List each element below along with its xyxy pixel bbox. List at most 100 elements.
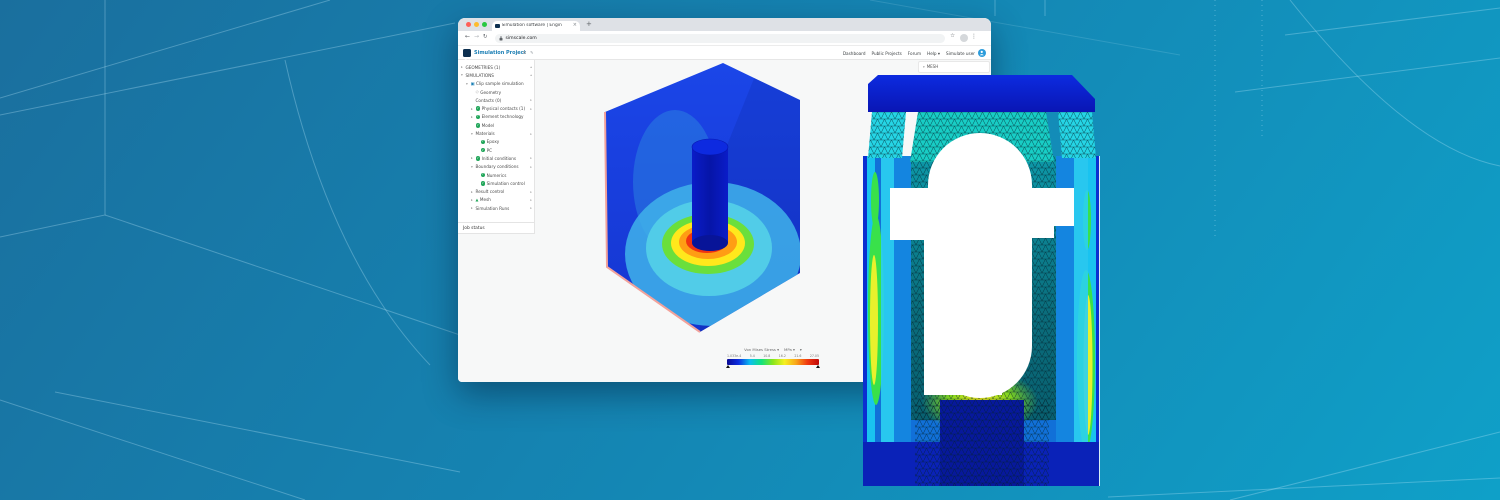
chevron-icon[interactable]: ▸ [530,165,532,169]
browser-toolbar: ← → ↻ simscale.com ☆ ⋮ [458,31,991,46]
simulation-tree: ▸GEOMETRIES (1)▴▾SIMULATIONS▴▾▣Clip samp… [458,60,534,212]
chevron-icon[interactable]: ▸ [530,132,532,136]
job-status-label: Job status [458,222,534,233]
tree-item-simulation-control[interactable]: ✓Simulation control [458,179,534,187]
tree-item-label: Result control [476,189,505,194]
browser-menu-icon[interactable]: ⋮ [971,34,977,40]
forward-icon[interactable]: → [474,34,479,40]
nav-help[interactable]: Help ▾ [927,51,940,56]
legend-tick: 21.6 [794,354,801,358]
tree-item-label: Initial conditions [482,156,516,161]
chevron-down-icon: ▾ [923,65,925,69]
caret-icon[interactable]: ▸ [471,107,476,111]
edit-project-icon[interactable]: ✎ [530,51,534,55]
bookmark-star-icon[interactable]: ☆ [950,34,955,40]
simulation-tree-panel: ▸GEOMETRIES (1)▴▾SIMULATIONS▴▾▣Clip samp… [458,60,535,234]
model-render [595,62,860,340]
tree-item-label: Mesh [480,197,491,202]
check-icon: ✓ [481,140,486,145]
legend-options[interactable]: ▾ [800,347,802,352]
tree-item-model[interactable]: ✓Model [458,121,534,129]
tree-item-label: Element technology [482,114,524,119]
tree-item-label: Physical contacts (1) [482,106,525,111]
legend-ticks: 1.033e-45.410.816.221.627.05 [727,354,819,358]
mesh-panel-label: MESH [927,64,939,69]
geometry-icon: ◇ [476,90,479,94]
tree-item-geometries-1[interactable]: ▸GEOMETRIES (1)▴ [458,63,534,71]
legend-min-marker[interactable] [726,365,730,368]
check-icon: ✓ [476,115,481,120]
chevron-icon[interactable]: ▸ [530,107,532,111]
user-avatar[interactable] [978,49,987,58]
tree-item-simulation-runs[interactable]: ▸Simulation Runs▸ [458,204,534,212]
chevron-icon[interactable]: ▸ [530,206,532,210]
tree-item-materials[interactable]: ▾Materials▸ [458,129,534,137]
browser-profile-avatar[interactable] [960,34,968,42]
tree-item-label: SIMULATIONS [466,73,494,78]
tree-item-label: PC [487,148,492,153]
tree-item-geometry[interactable]: ◇Geometry [458,88,534,96]
tree-item-label: Materials [476,131,495,136]
caret-icon[interactable]: ▸ [471,156,476,160]
legend-max-marker[interactable] [816,365,820,368]
tree-item-epoxy[interactable]: ✓Epoxy [458,138,534,146]
chevron-down-icon: ▾ [777,347,779,352]
new-tab-button[interactable]: + [586,20,592,28]
legend-tick: 27.05 [810,354,819,358]
simulation-icon: ▣ [471,82,475,86]
tree-item-numerics[interactable]: ✓Numerics [458,171,534,179]
copy-project-icon[interactable]: ⧉ [523,51,526,55]
tree-item-physical-contacts-1[interactable]: ▸✓Physical contacts (1)▸ [458,104,534,112]
field-select[interactable]: Von Mises Stress ▾ [744,347,779,352]
check-icon: ✓ [481,173,486,178]
tab-close-icon[interactable]: × [573,23,577,28]
tree-item-label: Simulation control [487,181,525,186]
marketing-banner: { "browser": { "tab_title": "Simulation … [0,0,1500,500]
check-icon: ✓ [481,181,486,186]
chevron-icon[interactable]: ▴ [530,73,532,77]
result-legend: Von Mises Stress ▾ MPa ▾ ▾ 1.033e-45.410… [727,347,819,369]
app-header: Simulation Project ☆ ⧉ ✎ DashboardPublic… [458,46,991,60]
window-zoom-button[interactable] [482,22,487,27]
tree-item-clip-sample-simulation[interactable]: ▾▣Clip sample simulation [458,80,534,88]
browser-tabstrip: Simulation software | Engin × + [458,18,991,31]
url-text: simscale.com [506,36,537,41]
mesh-view-popout [860,70,1104,489]
chevron-icon[interactable]: ▸ [530,198,532,202]
chevron-icon[interactable]: ▴ [530,65,532,69]
back-icon[interactable]: ← [465,34,470,40]
browser-tab[interactable]: Simulation software | Engin × [492,21,580,32]
nav-dashboard[interactable]: Dashboard [843,51,866,56]
unit-select[interactable]: MPa ▾ [784,347,795,352]
nav-simulate-user[interactable]: Simulate user [946,51,975,56]
chevron-icon[interactable]: ▸ [530,190,532,194]
tree-item-boundary-conditions[interactable]: ▾Boundary conditions▸ [458,163,534,171]
tree-item-simulations[interactable]: ▾SIMULATIONS▴ [458,71,534,79]
tree-item-label: Geometry [480,90,501,95]
tree-item-result-control[interactable]: ▸Result control▸ [458,187,534,195]
nav-public-projects[interactable]: Public Projects [872,51,902,56]
tree-item-label: Epoxy [487,139,500,144]
caret-icon[interactable]: ▸ [471,115,476,119]
tree-item-contacts-0[interactable]: Contacts (0)▸ [458,96,534,104]
top-nav: Dashboard Public Projects Forum Help ▾ Simul… [843,46,975,60]
window-close-button[interactable] [466,22,471,27]
check-icon: ✓ [476,123,481,128]
favorite-project-icon[interactable]: ☆ [516,51,520,55]
legend-tick: 10.8 [763,354,770,358]
legend-tick: 1.033e-4 [727,354,741,358]
tree-item-element-technology[interactable]: ▸✓Element technology [458,113,534,121]
nav-forum[interactable]: Forum [908,51,921,56]
chevron-icon[interactable]: ▸ [530,156,532,160]
tree-item-pc[interactable]: ✓PC [458,146,534,154]
chevron-icon[interactable]: ▸ [530,98,532,102]
address-bar[interactable]: simscale.com [495,34,945,43]
check-icon: ✓ [476,106,481,111]
check-icon: ✓ [476,156,481,161]
window-minimize-button[interactable] [474,22,479,27]
simscale-favicon [495,24,500,29]
reload-icon[interactable]: ↻ [483,35,488,41]
tree-item-initial-conditions[interactable]: ▸✓Initial conditions▸ [458,154,534,162]
tree-item-mesh[interactable]: ▸▲Mesh▸ [458,196,534,204]
person-icon [979,50,985,56]
